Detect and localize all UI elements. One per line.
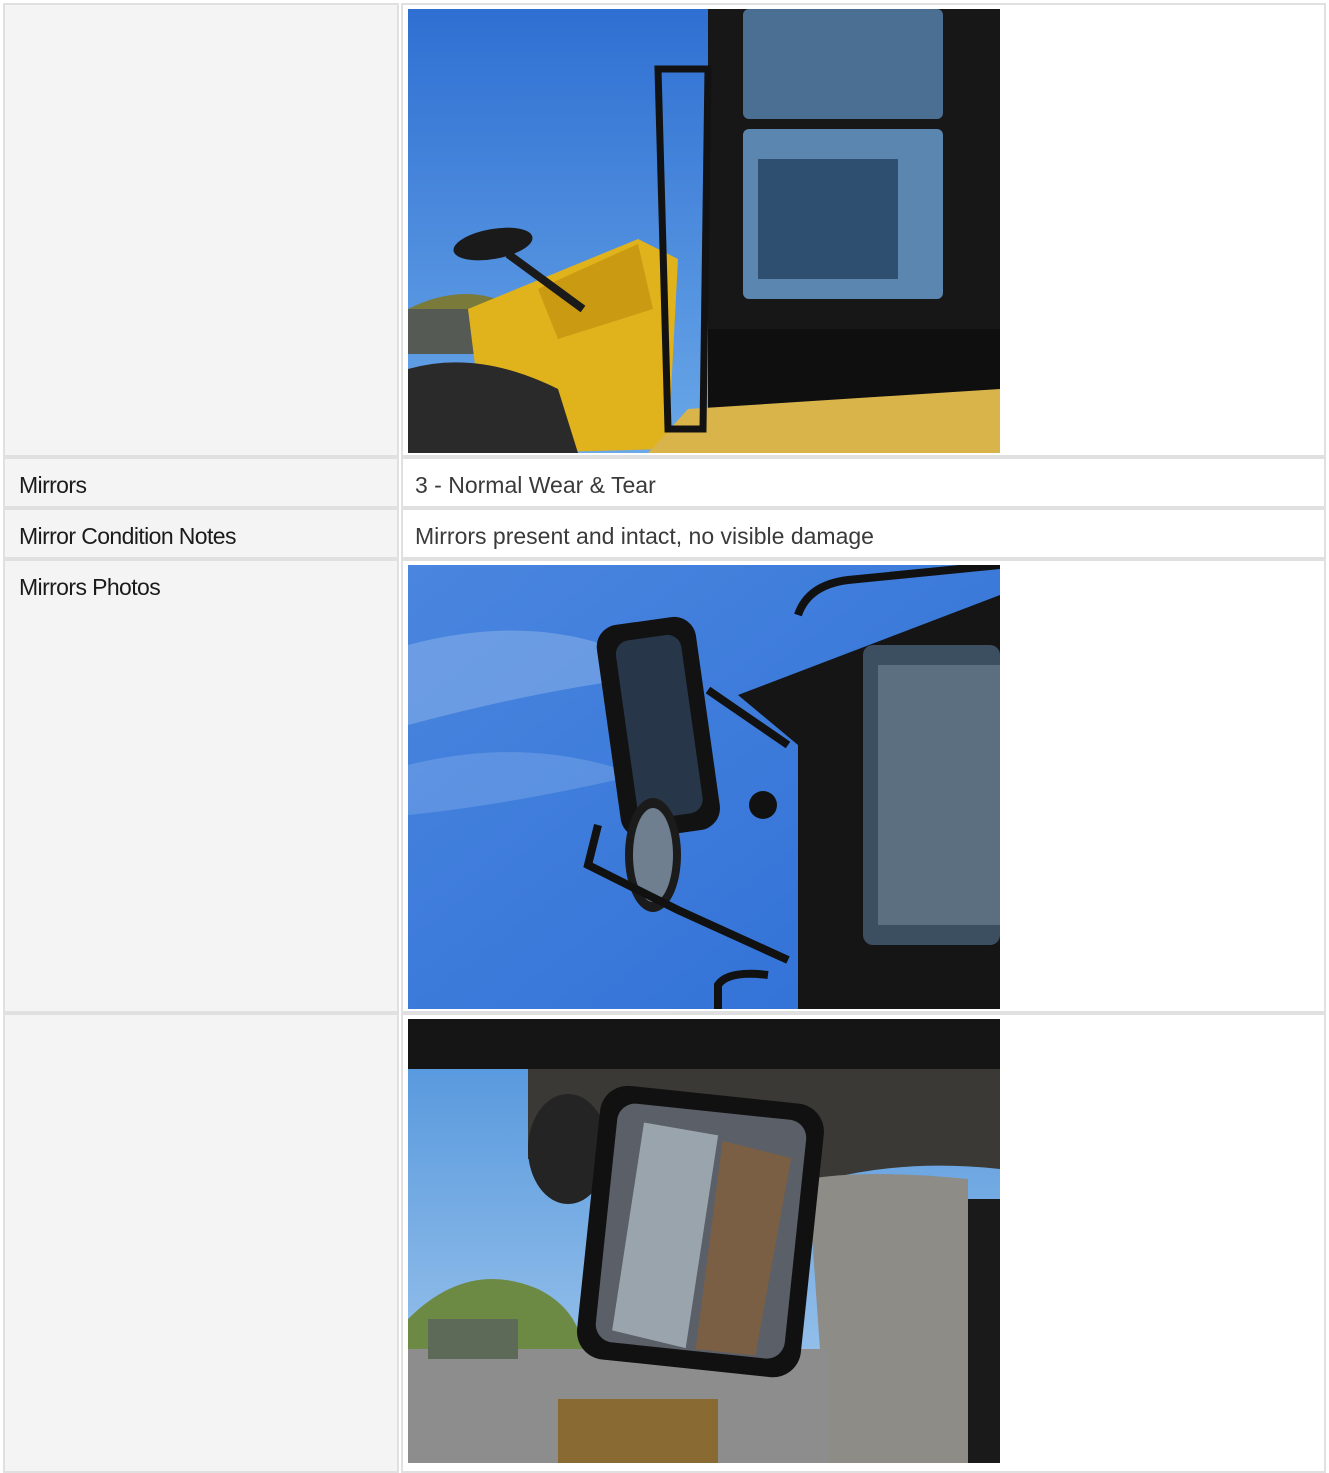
table-row: Mirrors 3 - Normal Wear & Tear [3,457,1326,508]
row-label-cell: Mirror Condition Notes [3,508,399,559]
table-row: Mirror Condition Notes Mirrors present a… [3,508,1326,559]
row-value-cell [401,3,1326,457]
row-label-cell [3,3,399,457]
row-value-cell: Mirrors present and intact, no visible d… [401,508,1326,559]
table-row [3,1013,1326,1473]
row-label: Mirrors Photos [19,574,161,600]
row-label-cell: Mirrors [3,457,399,508]
row-label: Mirror Condition Notes [19,523,236,549]
row-value-cell: 3 - Normal Wear & Tear [401,457,1326,508]
row-label-cell [3,1013,399,1473]
row-value: 3 - Normal Wear & Tear [415,472,656,498]
interior-mirror-photo [408,1019,1000,1463]
row-value-cell [401,1013,1326,1473]
loader-cab-exterior-photo [408,9,1000,453]
table-row: Mirrors Photos [3,559,1326,1013]
side-mirror-photo [408,565,1000,1009]
table-row [3,3,1326,457]
row-value-cell [401,559,1326,1013]
row-value: Mirrors present and intact, no visible d… [415,523,874,549]
row-label-cell: Mirrors Photos [3,559,399,1013]
row-label: Mirrors [19,472,87,498]
